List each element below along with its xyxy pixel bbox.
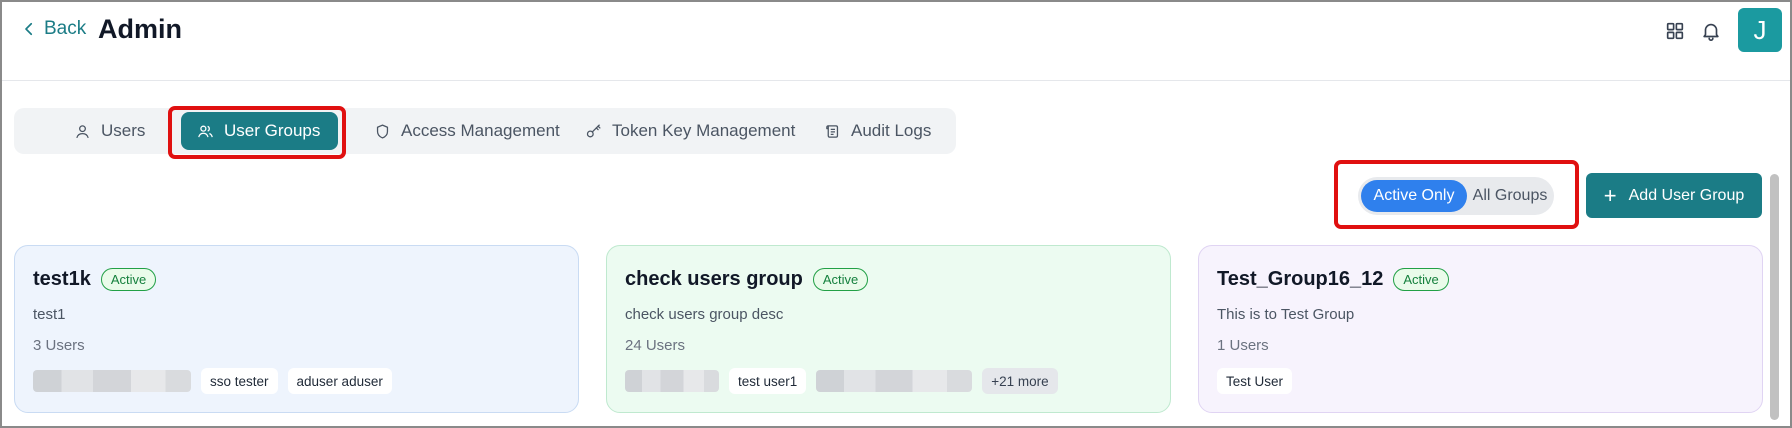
card-title-row: Test_Group16_12 Active: [1217, 268, 1449, 291]
tab-label: Audit Logs: [851, 121, 932, 140]
active-only-option[interactable]: Active Only: [1361, 180, 1467, 212]
user-count: 24 Users: [625, 337, 686, 354]
group-description: check users group desc: [625, 306, 784, 323]
group-name: check users group: [625, 268, 803, 290]
card-title-row: test1k Active: [33, 268, 157, 291]
user-icon: [76, 124, 89, 138]
group-card-test1k[interactable]: test1k Active test1 3 Users sso tester a…: [14, 245, 579, 413]
chevron-left-icon: [25, 22, 33, 36]
key-icon: [586, 123, 601, 137]
avatar[interactable]: J: [1738, 8, 1782, 52]
scroll-icon: [826, 124, 839, 138]
tab-users[interactable]: Users: [58, 112, 161, 150]
all-groups-option[interactable]: All Groups: [1470, 180, 1550, 212]
group-description: test1: [33, 306, 66, 323]
group-card-test-group16-12[interactable]: Test_Group16_12 Active This is to Test G…: [1198, 245, 1763, 413]
more-members-chip[interactable]: +21 more: [982, 368, 1058, 394]
redacted-member-chip: [33, 370, 191, 392]
redacted-member-chip: [625, 370, 719, 392]
tab-label: User Groups: [224, 121, 321, 140]
group-description: This is to Test Group: [1217, 306, 1355, 323]
page-title: Admin: [98, 14, 182, 44]
back-label: Back: [44, 18, 87, 39]
scrollbar[interactable]: [1770, 174, 1779, 420]
status-badge: Active: [100, 268, 157, 291]
member-chip: Test User: [1217, 368, 1293, 394]
plus-icon: +: [1603, 182, 1617, 208]
admin-tabs: Users User Groups Access Management Toke…: [14, 108, 956, 154]
status-badge: Active: [812, 268, 869, 291]
member-chip: test user1: [729, 368, 807, 394]
bell-icon[interactable]: [1700, 20, 1722, 42]
group-name: test1k: [33, 268, 91, 290]
redacted-member-chip: [816, 370, 973, 392]
grid-icon[interactable]: [1664, 20, 1686, 42]
status-badge: Active: [1393, 268, 1449, 291]
status-filter-toggle: Active Only All Groups: [1358, 177, 1554, 215]
member-chips: sso tester aduser aduser: [33, 368, 392, 394]
user-count: 1 Users: [1217, 337, 1269, 354]
tab-audit-logs[interactable]: Audit Logs: [808, 112, 947, 150]
tab-access-management[interactable]: Access Management: [358, 112, 576, 150]
card-title-row: check users group Active: [625, 268, 869, 291]
member-chip: aduser aduser: [287, 368, 392, 394]
users-icon: [198, 125, 213, 137]
add-user-group-label: Add User Group: [1628, 186, 1745, 204]
page-header: Back Admin J: [2, 2, 1790, 81]
member-chips: test user1 +21 more: [625, 368, 1058, 394]
tab-label: Access Management: [401, 121, 560, 140]
tab-token-key-management[interactable]: Token Key Management: [569, 112, 811, 150]
member-chip: sso tester: [201, 368, 278, 394]
add-user-group-button[interactable]: + Add User Group: [1586, 173, 1762, 218]
group-name: Test_Group16_12: [1217, 268, 1384, 290]
shield-icon: [376, 123, 389, 139]
tab-label: Users: [101, 121, 146, 140]
group-card-check-users-group[interactable]: check users group Active check users gro…: [606, 245, 1171, 413]
tab-label: Token Key Management: [612, 121, 796, 140]
member-chips: Test User: [1217, 368, 1293, 394]
back-button[interactable]: Back: [20, 18, 86, 40]
user-count: 3 Users: [33, 337, 85, 354]
admin-page: Back Admin J Users User Groups Access Ma…: [0, 0, 1792, 428]
tab-user-groups[interactable]: User Groups: [181, 112, 338, 150]
